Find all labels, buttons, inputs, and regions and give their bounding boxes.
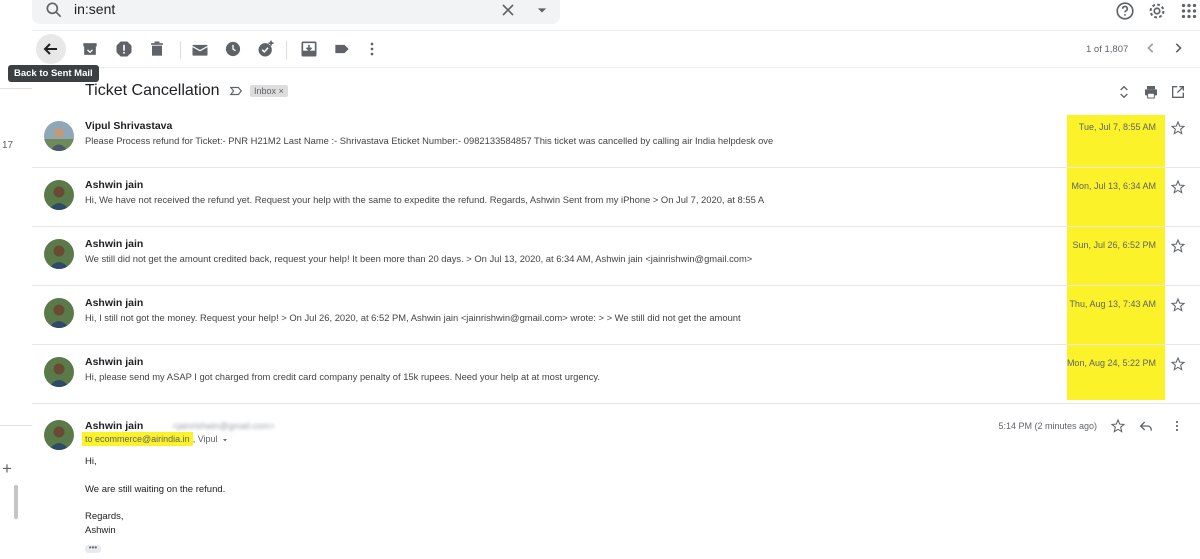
avatar: [44, 420, 74, 450]
message-date: Thu, Aug 13, 7:43 AM: [1069, 299, 1156, 309]
message-row[interactable]: Ashwin jain We still did not get the amo…: [32, 226, 1200, 286]
label-icon[interactable]: [332, 39, 352, 59]
star-icon[interactable]: [1170, 238, 1186, 254]
message-time: 5:14 PM (2 minutes ago): [998, 421, 1097, 431]
thread-subject: Ticket Cancellation: [85, 82, 220, 99]
mark-unread-icon[interactable]: [190, 39, 210, 59]
sender-name: Vipul Shrivastava: [85, 120, 173, 132]
move-to-icon[interactable]: [299, 39, 319, 59]
message-snippet: Hi, We have not received the refund yet.…: [85, 194, 765, 205]
archive-icon[interactable]: [80, 39, 100, 59]
chevron-right-icon[interactable]: [1168, 38, 1188, 58]
more-vert-icon[interactable]: [1169, 418, 1185, 434]
message-date: Tue, Jul 7, 8:55 AM: [1078, 122, 1156, 132]
sender-name: Ashwin jain: [85, 420, 144, 432]
body-signature: Ashwin: [85, 525, 116, 536]
snooze-icon[interactable]: [223, 39, 243, 59]
search-input[interactable]: [74, 1, 474, 17]
divider: [180, 41, 181, 59]
message-date: Sun, Jul 26, 6:52 PM: [1072, 240, 1156, 250]
divider: [0, 88, 32, 89]
body-text: We are still waiting on the refund.: [85, 484, 226, 495]
important-marker-icon[interactable]: [229, 84, 243, 98]
close-icon[interactable]: ×: [279, 86, 284, 96]
expand-all-icon[interactable]: [1116, 84, 1132, 100]
tooltip: Back to Sent Mail: [8, 65, 99, 82]
message-row[interactable]: Ashwin jain Hi, I still not got the mone…: [32, 285, 1200, 345]
sender-email: <jainrishwin@gmail.com>: [172, 421, 275, 431]
message-snippet: Hi, please send my ASAP I got charged fr…: [85, 371, 601, 382]
search-bar: [32, 0, 560, 24]
avatar: [44, 121, 74, 151]
message-row[interactable]: Vipul Shrivastava Please Process refund …: [32, 108, 1200, 168]
plus-icon[interactable]: +: [2, 459, 12, 479]
chevron-left-icon[interactable]: [1141, 38, 1161, 58]
divider: [0, 425, 32, 426]
message-date: Mon, Aug 24, 5:22 PM: [1066, 358, 1156, 368]
star-icon[interactable]: [1170, 179, 1186, 195]
recipients[interactable]: to ecommerce@airindia.in, Vipul: [82, 432, 230, 446]
message-snippet: Hi, I still not got the money. Request y…: [85, 312, 741, 323]
search-icon[interactable]: [44, 0, 64, 20]
trash-icon[interactable]: [147, 39, 167, 59]
sender-name: Ashwin jain: [85, 356, 144, 368]
label-chip-text: Inbox: [254, 86, 277, 96]
show-trimmed-button[interactable]: •••: [85, 544, 101, 553]
divider: [286, 41, 287, 59]
avatar: [44, 239, 74, 269]
message-snippet: Please Process refund for Ticket:- PNR H…: [85, 135, 774, 146]
reply-icon[interactable]: [1138, 418, 1154, 434]
star-icon[interactable]: [1170, 297, 1186, 313]
avatar: [44, 357, 74, 387]
message-row[interactable]: Ashwin jain Hi, please send my ASAP I go…: [32, 344, 1200, 404]
more-vert-icon[interactable]: [362, 39, 382, 59]
apps-grid-icon[interactable]: [1178, 0, 1200, 22]
body-signoff: Regards,: [85, 511, 124, 522]
recipient-highlight: to ecommerce@airindia.in: [82, 432, 193, 446]
pagination-count: 1 of 1,807: [1086, 44, 1129, 55]
avatar: [44, 180, 74, 210]
label-chip[interactable]: Inbox ×: [250, 85, 288, 97]
sender-name: Ashwin jain: [85, 297, 144, 309]
open-new-window-icon[interactable]: [1170, 84, 1186, 100]
message-row[interactable]: Ashwin jain Hi, We have not received the…: [32, 167, 1200, 227]
recipient-rest: , Vipul: [192, 434, 218, 444]
sender-name: Ashwin jain: [85, 238, 144, 250]
caret-down-icon[interactable]: [532, 0, 552, 20]
print-icon[interactable]: [1143, 84, 1159, 100]
caret-down-icon[interactable]: [220, 435, 230, 445]
message-date: Mon, Jul 13, 6:34 AM: [1071, 181, 1156, 191]
help-icon[interactable]: [1114, 0, 1136, 22]
avatar: [44, 298, 74, 328]
add-to-tasks-icon[interactable]: [256, 39, 276, 59]
report-spam-icon[interactable]: [114, 39, 134, 59]
star-icon[interactable]: [1170, 356, 1186, 372]
close-icon[interactable]: [498, 0, 518, 20]
scrollbar[interactable]: [14, 485, 18, 519]
message-snippet: We still did not get the amount credited…: [85, 253, 753, 264]
star-icon[interactable]: [1170, 120, 1186, 136]
sender-name: Ashwin jain: [85, 179, 144, 191]
back-button[interactable]: [36, 34, 66, 64]
expanded-message: Ashwin jain <jainrishwin@gmail.com> to e…: [32, 404, 1200, 559]
nav-count: 17: [2, 140, 14, 151]
thread-toolbar: [32, 30, 1200, 68]
star-icon[interactable]: [1110, 418, 1126, 434]
body-greeting: Hi,: [85, 456, 97, 467]
gear-icon[interactable]: [1146, 0, 1168, 22]
